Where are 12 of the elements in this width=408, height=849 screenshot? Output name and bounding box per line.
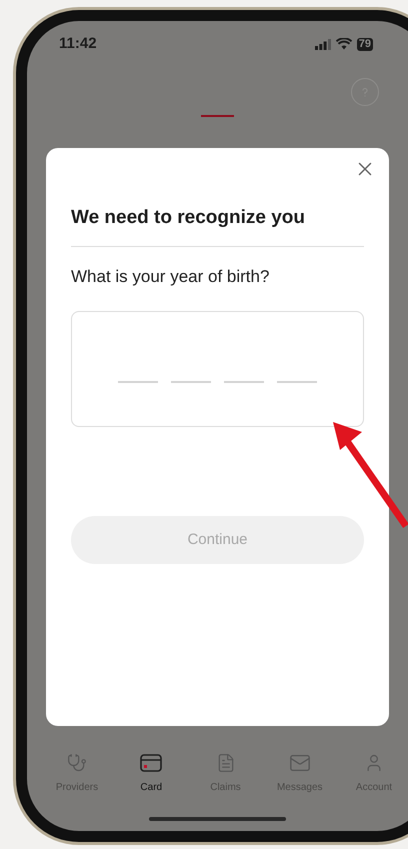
question-text: What is your year of birth?: [71, 266, 270, 288]
wifi-icon: [336, 38, 352, 50]
year-input-field[interactable]: [71, 311, 364, 427]
modal-title: We need to recognize you: [71, 206, 306, 230]
battery-indicator: 79: [356, 38, 373, 50]
status-time: 11:42: [59, 34, 97, 54]
stethoscope-icon: [67, 753, 87, 773]
accent-line: [201, 115, 234, 117]
signal-icon: [314, 38, 331, 50]
envelope-icon: [288, 752, 311, 774]
tab-bar-item[interactable]: Card: [118, 752, 184, 795]
card-icon: [140, 754, 162, 772]
